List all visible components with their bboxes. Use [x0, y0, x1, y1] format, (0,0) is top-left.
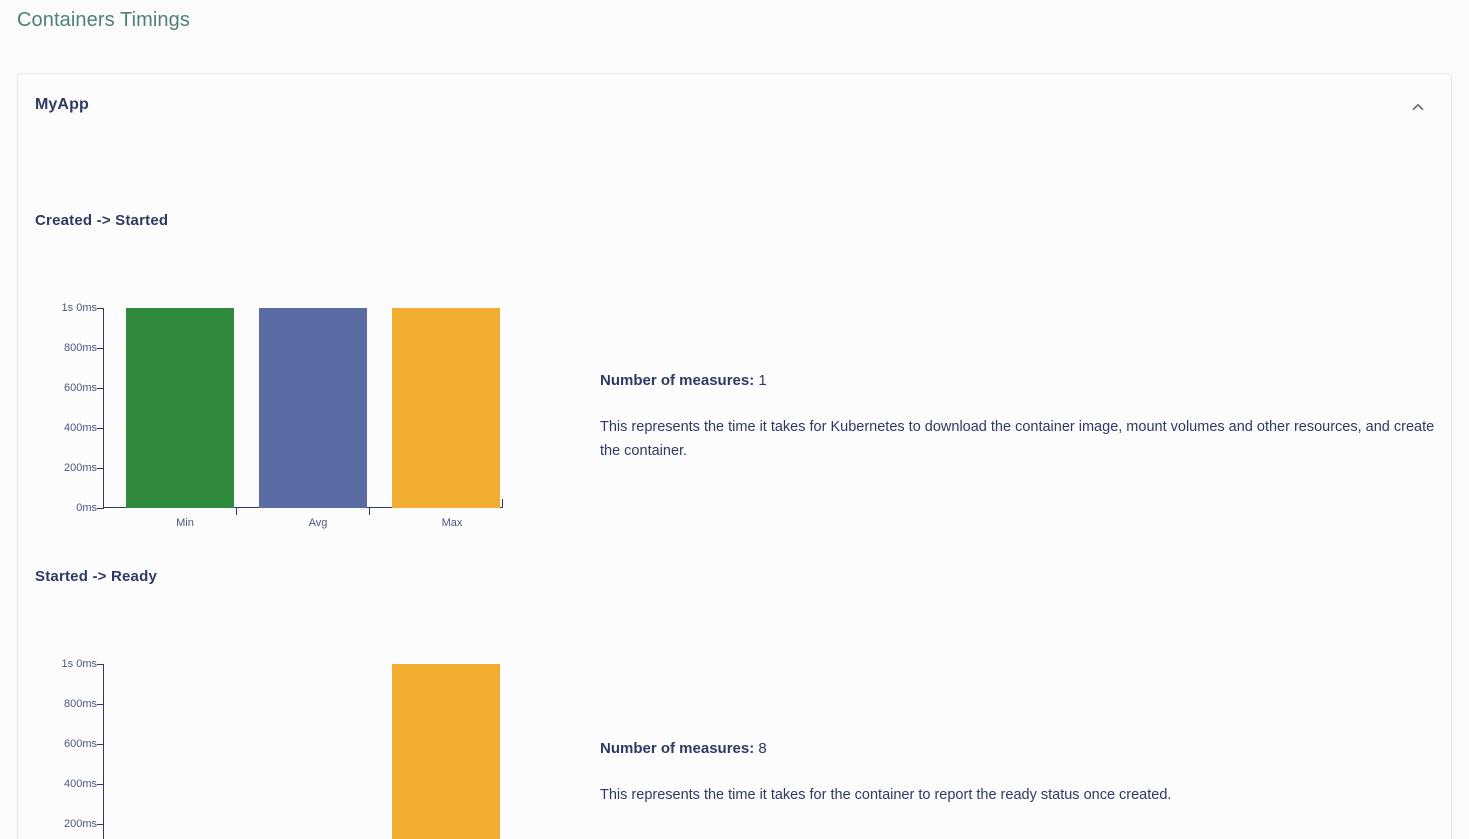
chevron-up-icon[interactable]	[1403, 92, 1433, 122]
chart-created-started: 0ms 200ms 400ms 600ms 800ms 1s 0ms Min A…	[35, 302, 505, 532]
plot-area	[103, 308, 503, 508]
x-tick-label: Min	[176, 517, 194, 529]
x-tick-label: Avg	[308, 517, 328, 529]
section-description: This represents the time it takes for th…	[600, 787, 1172, 803]
bar-avg[interactable]	[259, 308, 367, 508]
x-tick	[236, 508, 237, 515]
chart-started-ready: 0ms 200ms 400ms 600ms 800ms 1s 0ms	[35, 658, 505, 839]
bar-min[interactable]	[126, 308, 234, 508]
y-tick	[97, 508, 104, 509]
containers-timings-page: Containers Timings MyApp Created -> Star…	[0, 0, 1469, 839]
x-tick-label: Max	[441, 517, 463, 529]
page-title: Containers Timings	[17, 9, 190, 31]
bar-max[interactable]	[392, 664, 500, 839]
measures-value: 8	[758, 740, 767, 757]
y-tick-label: 800ms	[63, 698, 97, 710]
section-info-created-started: Number of measures: 1 This represents th…	[600, 370, 1450, 464]
chevron-up-glyph	[1412, 103, 1424, 111]
y-tick-label: 1s 0ms	[61, 302, 97, 314]
app-card: MyApp Created -> Started 0ms 200ms 400ms…	[17, 73, 1452, 839]
y-tick-label: 0ms	[76, 502, 97, 514]
x-tick	[369, 508, 370, 515]
y-tick-label: 200ms	[63, 818, 97, 830]
y-tick-label: 1s 0ms	[61, 658, 97, 670]
measures-label: Number of measures:	[600, 740, 755, 757]
y-tick-label: 600ms	[63, 738, 97, 750]
bar-max[interactable]	[392, 308, 500, 508]
app-name-label: MyApp	[35, 96, 89, 113]
measures-label: Number of measures:	[600, 372, 755, 389]
y-tick-label: 600ms	[63, 382, 97, 394]
plot-area	[103, 664, 503, 839]
measures-count: Number of measures: 8	[600, 738, 1450, 759]
section-info-started-ready: Number of measures: 8 This represents th…	[600, 738, 1450, 808]
y-tick-label: 200ms	[63, 462, 97, 474]
y-tick-label: 400ms	[63, 778, 97, 790]
y-tick-label: 800ms	[63, 342, 97, 354]
section-title: Started -> Ready	[35, 568, 157, 585]
measures-count: Number of measures: 1	[600, 370, 1450, 391]
y-tick-label: 400ms	[63, 422, 97, 434]
measures-value: 1	[758, 372, 767, 389]
section-title: Created -> Started	[35, 212, 169, 229]
card-header: MyApp	[18, 74, 1451, 136]
section-description: This represents the time it takes for Ku…	[600, 419, 1435, 459]
